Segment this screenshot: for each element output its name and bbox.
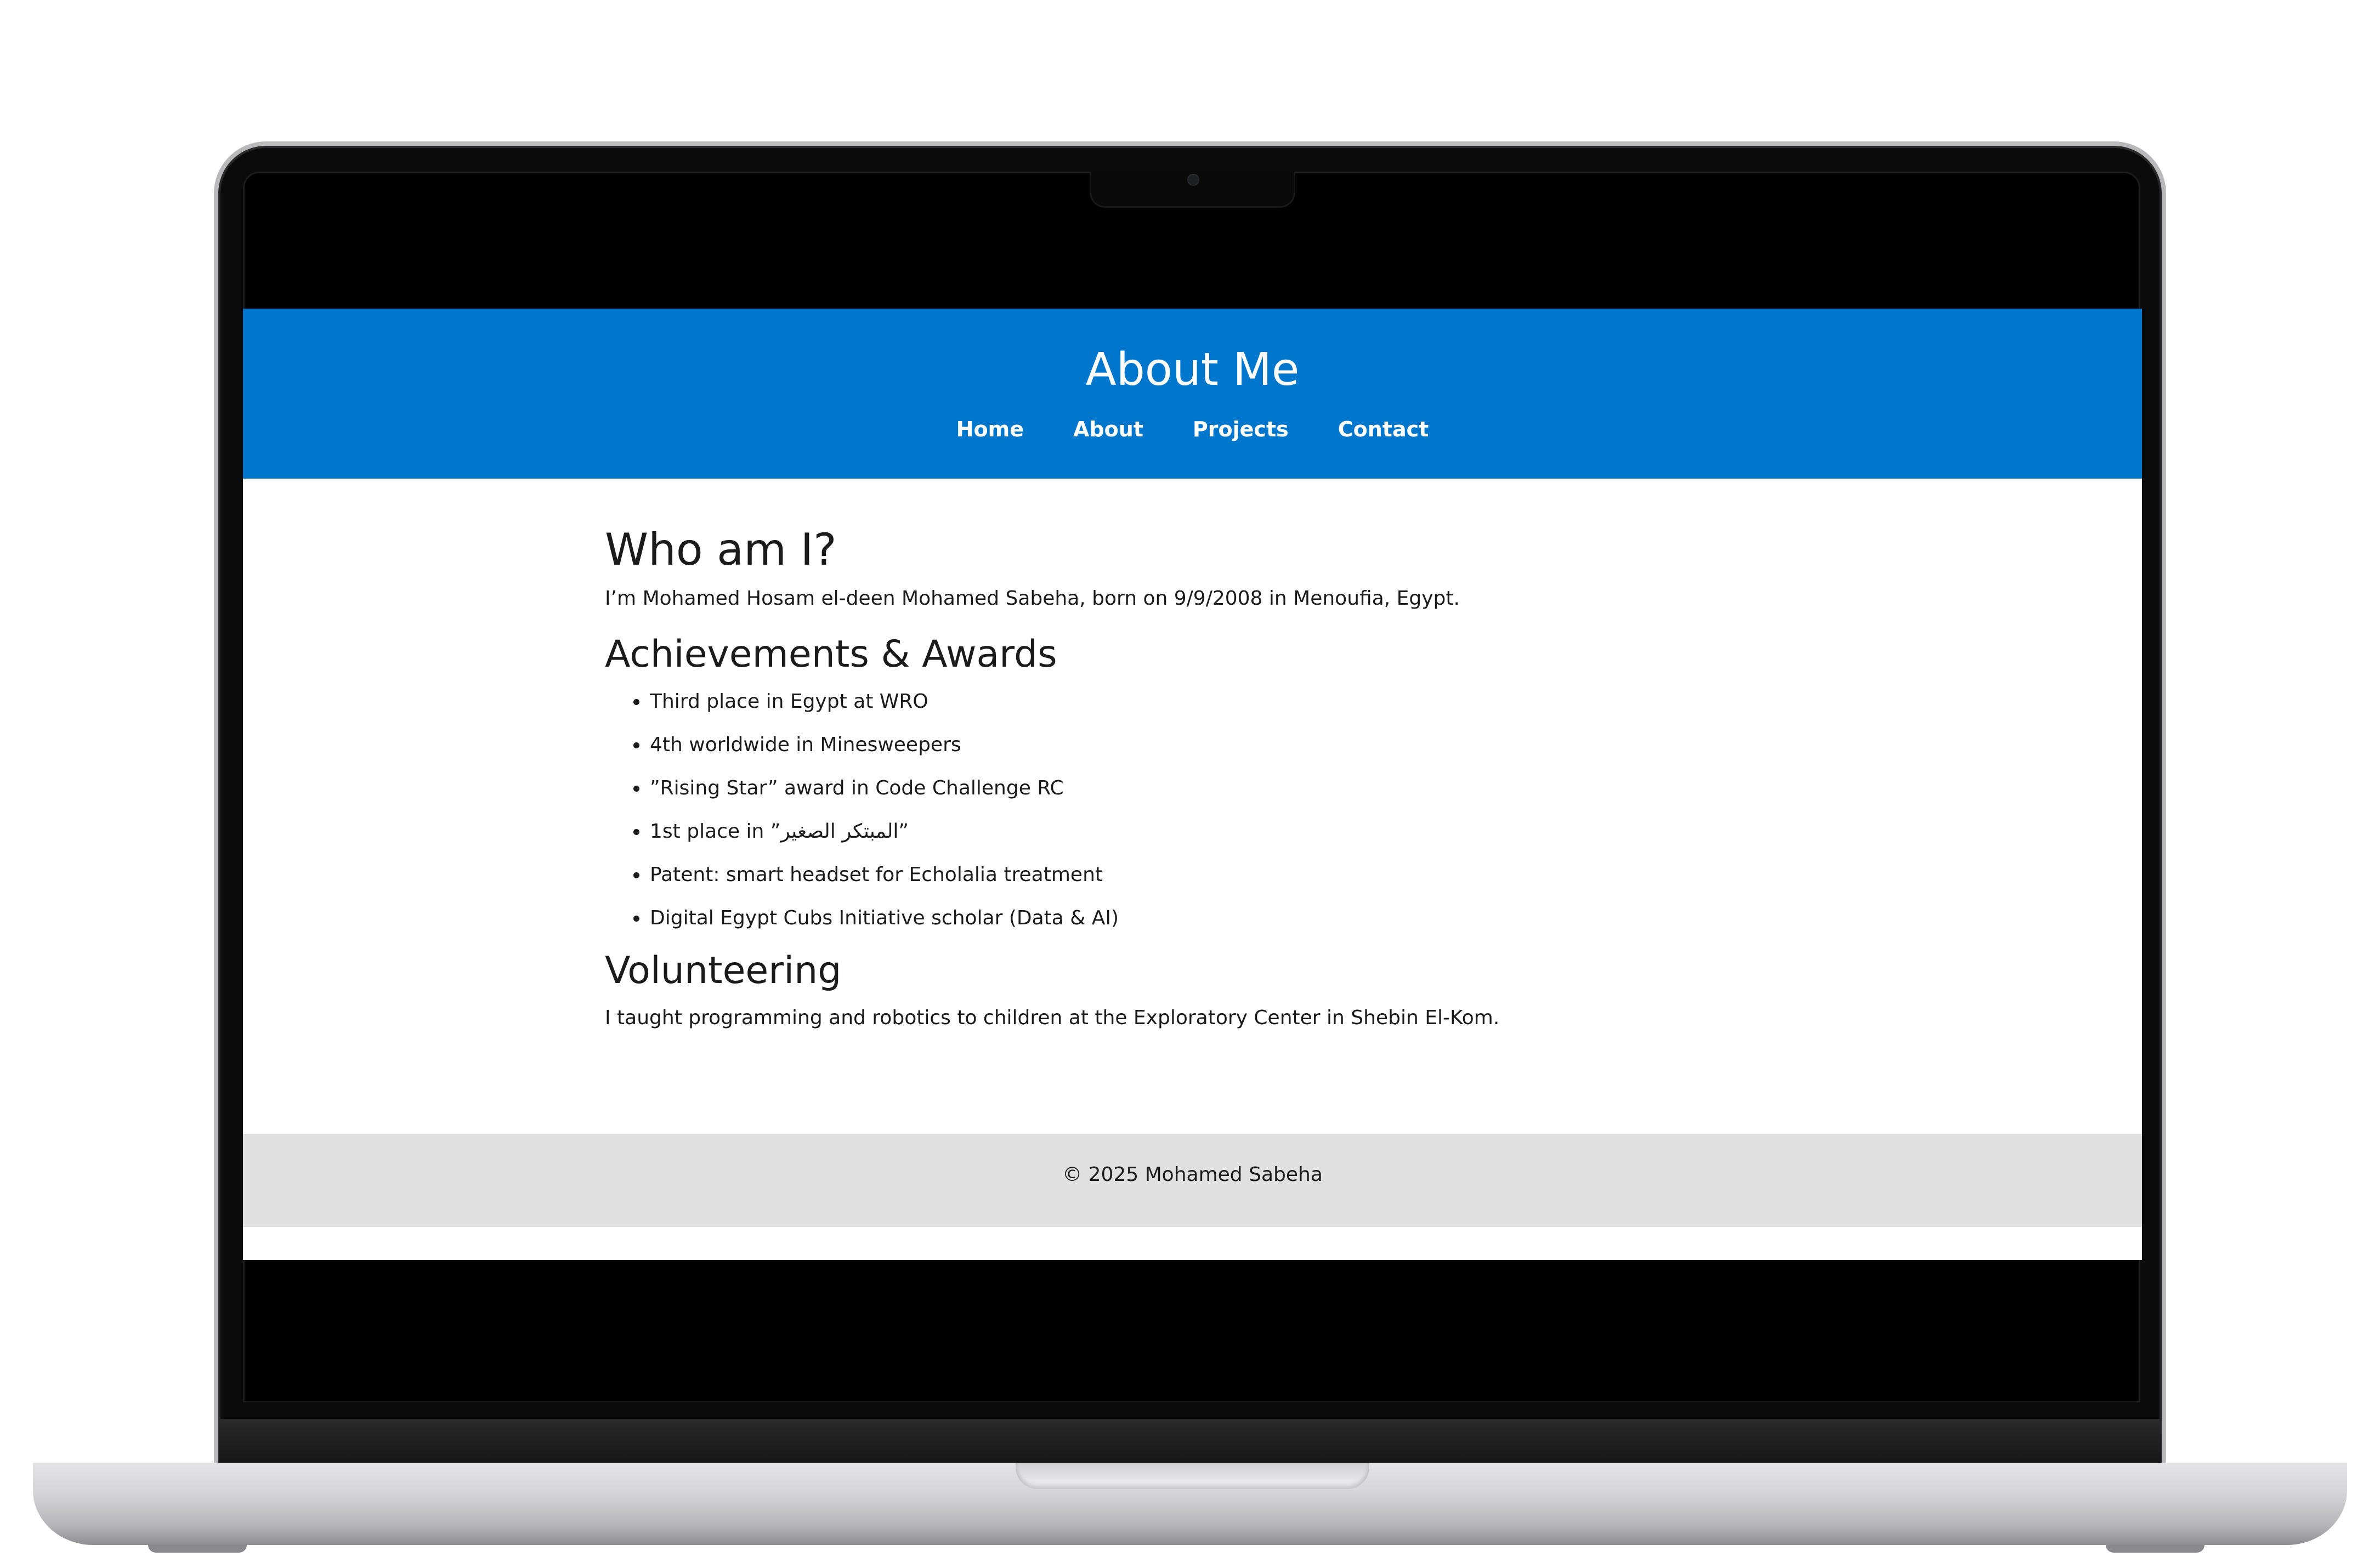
list-item: ”Rising Star” award in Code Challenge RC: [649, 775, 1811, 802]
list-item: Third place in Egypt at WRO: [649, 688, 1811, 715]
list-item: Digital Egypt Cubs Initiative scholar (D…: [649, 905, 1811, 932]
laptop-foot-left: [148, 1545, 247, 1553]
list-item: Patent: smart headset for Echolalia trea…: [649, 861, 1811, 889]
trackpad-notch: [1016, 1463, 1369, 1489]
main-content: Who am I? I’m Mohamed Hosam el-deen Moha…: [605, 522, 1811, 1032]
laptop-foot-right: [2106, 1545, 2205, 1553]
site-header: About Me Home About Projects Contact: [243, 309, 2142, 479]
who-heading: Who am I?: [605, 524, 837, 575]
who-text: I’m Mohamed Hosam el-deen Mohamed Sabeha…: [605, 587, 1460, 610]
browser-viewport: About Me Home About Projects Contact Who…: [243, 309, 2142, 1260]
list-item: 4th worldwide in Minesweepers: [649, 731, 1811, 759]
nav-link-projects[interactable]: Projects: [1193, 416, 1289, 443]
nav-link-contact[interactable]: Contact: [1338, 416, 1429, 443]
copyright-text: © 2025 Mohamed Sabeha: [1062, 1163, 1323, 1186]
volunteering-text: I taught programming and robotics to chi…: [605, 1007, 1500, 1029]
laptop-hinge: [219, 1419, 2161, 1468]
nav-link-home[interactable]: Home: [956, 416, 1024, 443]
camera-icon: [1187, 174, 1199, 186]
achievements-heading: Achievements & Awards: [605, 633, 1057, 676]
main-nav: Home About Projects Contact: [243, 416, 2142, 443]
achievements-list: Third place in Egypt at WRO 4th worldwid…: [649, 688, 1811, 932]
volunteering-heading: Volunteering: [605, 949, 842, 992]
nav-link-about[interactable]: About: [1073, 416, 1143, 443]
site-footer: © 2025 Mohamed Sabeha: [243, 1134, 2142, 1227]
list-item: 1st place in ”المبتكر الصغير”: [649, 818, 1811, 845]
page-title: About Me: [1085, 344, 1300, 396]
